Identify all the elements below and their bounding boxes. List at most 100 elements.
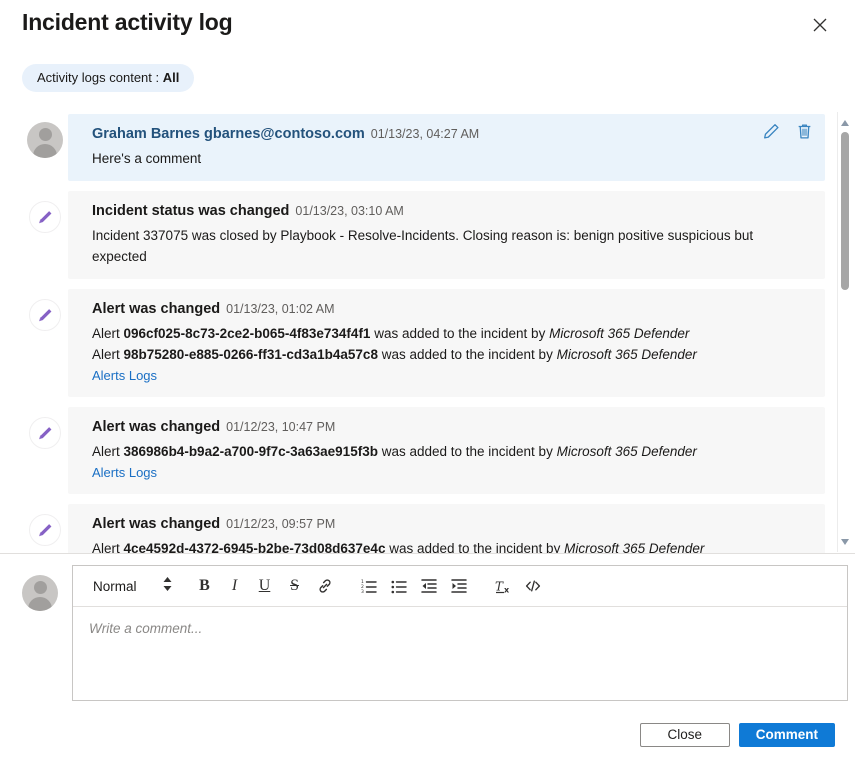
entry-header: Alert was changed01/12/23, 10:47 PM bbox=[92, 417, 811, 437]
entry-timestamp: 01/12/23, 10:47 PM bbox=[226, 420, 335, 434]
italic-button[interactable]: I bbox=[221, 572, 249, 600]
event-detail-text: Alert 096cf025-8c73-2ce2-b065-4f83e734f4… bbox=[92, 323, 811, 365]
system-event-card: Alert was changed01/13/23, 01:02 AMAlert… bbox=[68, 289, 825, 397]
event-line-middle: was added to the incident by bbox=[378, 444, 557, 459]
entry-header: Incident status was changed 01/13/23, 03:… bbox=[92, 201, 811, 221]
numbered-list-button[interactable]: 123 bbox=[355, 572, 383, 600]
alerts-logs-link[interactable]: Alerts Logs bbox=[92, 368, 157, 383]
activity-log-scrollbar[interactable] bbox=[837, 112, 852, 552]
link-button[interactable] bbox=[311, 572, 339, 600]
underline-icon: U bbox=[259, 577, 271, 595]
alerts-logs-link[interactable]: Alerts Logs bbox=[92, 465, 157, 480]
filter-pill-value: All bbox=[163, 70, 180, 85]
activity-log-entry: Alert was changed01/13/23, 01:02 AMAlert… bbox=[22, 289, 825, 397]
event-detail-text: Alert 386986b4-b9a2-a700-9f7c-3a63ae915f… bbox=[92, 441, 811, 462]
svg-text:T: T bbox=[495, 579, 504, 593]
close-icon bbox=[813, 18, 827, 32]
event-pencil-badge bbox=[29, 201, 61, 233]
bold-button[interactable]: B bbox=[191, 572, 219, 600]
comment-input[interactable]: Write a comment... bbox=[73, 607, 847, 700]
pencil-icon bbox=[37, 307, 54, 324]
close-button[interactable] bbox=[807, 12, 833, 38]
comment-actions bbox=[763, 123, 813, 140]
editor-toolbar: Normal B I U S 123 Tx bbox=[73, 566, 847, 607]
comment-author-email: gbarnes@contoso.com bbox=[204, 126, 365, 142]
event-line-middle: was added to the incident by bbox=[378, 347, 557, 362]
edit-comment-button[interactable] bbox=[763, 123, 780, 140]
page-title: Incident activity log bbox=[22, 9, 233, 36]
clear-formatting-icon: Tx bbox=[495, 578, 511, 595]
scrollbar-thumb[interactable] bbox=[841, 132, 849, 290]
bulleted-list-button[interactable] bbox=[385, 572, 413, 600]
scroll-up-arrow-icon[interactable] bbox=[840, 118, 850, 128]
underline-button[interactable]: U bbox=[251, 572, 279, 600]
svg-text:x: x bbox=[504, 585, 510, 594]
comment-author: Graham Barnes bbox=[92, 126, 200, 142]
event-source: Microsoft 365 Defender bbox=[564, 541, 704, 553]
strikethrough-button[interactable]: S bbox=[281, 572, 309, 600]
clear-formatting-button[interactable]: Tx bbox=[489, 572, 517, 600]
close-button-footer[interactable]: Close bbox=[640, 723, 730, 747]
indent-button[interactable] bbox=[445, 572, 473, 600]
filter-pill-activity-logs-content[interactable]: Activity logs content : All bbox=[22, 64, 194, 92]
event-pencil-badge bbox=[29, 299, 61, 331]
pencil-icon bbox=[37, 522, 54, 539]
panel-header: Incident activity log bbox=[0, 0, 855, 52]
section-divider bbox=[0, 553, 855, 554]
entry-icon-column bbox=[22, 191, 68, 233]
delete-comment-button[interactable] bbox=[796, 123, 813, 140]
activity-log-scroll-region[interactable]: Graham Barnesgbarnes@contoso.com 01/13/23… bbox=[0, 106, 855, 553]
entry-icon-column bbox=[22, 114, 68, 158]
event-source: Microsoft 365 Defender bbox=[557, 444, 697, 459]
text-style-value: Normal bbox=[93, 579, 137, 594]
activity-log-entry: Alert was changed01/12/23, 10:47 PM Alert… bbox=[22, 407, 825, 494]
strikethrough-icon: S bbox=[290, 577, 299, 595]
chevron-updown-icon bbox=[163, 577, 172, 596]
bold-icon: B bbox=[199, 577, 210, 595]
italic-icon: I bbox=[232, 577, 237, 595]
event-line-prefix: Incident 337075 was closed by Playbook -… bbox=[92, 228, 753, 264]
entry-body: Incident status was changed 01/13/23, 03:… bbox=[68, 191, 825, 279]
edit-icon bbox=[763, 123, 780, 140]
entry-header: Graham Barnesgbarnes@contoso.com01/13/23… bbox=[92, 124, 811, 144]
event-line-prefix: Alert bbox=[92, 347, 124, 362]
outdent-button[interactable] bbox=[415, 572, 443, 600]
event-detail-text: Alert 4ce4592d-4372-6945-b2be-73d08d637e… bbox=[92, 538, 811, 553]
code-button[interactable] bbox=[519, 572, 547, 600]
dialog-footer: Close Comment bbox=[640, 723, 835, 747]
comment-card: Graham Barnesgbarnes@contoso.com01/13/23… bbox=[68, 114, 825, 181]
alert-id: 096cf025-8c73-2ce2-b065-4f83e734f4f1 bbox=[124, 326, 371, 341]
user-avatar bbox=[27, 122, 63, 158]
bulleted-list-icon bbox=[391, 578, 407, 594]
activity-log-entry: Incident status was changed 01/13/23, 03:… bbox=[22, 191, 825, 279]
event-pencil-badge bbox=[29, 514, 61, 546]
entry-timestamp: 01/12/23, 09:57 PM bbox=[226, 517, 335, 531]
system-event-card: Alert was changed01/12/23, 10:47 PM Alert… bbox=[68, 407, 825, 494]
entry-icon-column bbox=[22, 407, 68, 449]
scroll-down-arrow-icon[interactable] bbox=[840, 537, 850, 547]
alert-id: 4ce4592d-4372-6945-b2be-73d08d637e4c bbox=[124, 541, 386, 553]
entry-title: Alert was changed bbox=[92, 516, 220, 532]
text-style-select[interactable]: Normal bbox=[83, 577, 178, 596]
entry-timestamp: 01/13/23, 01:02 AM bbox=[226, 302, 334, 316]
outdent-icon bbox=[421, 578, 437, 594]
link-icon bbox=[317, 578, 333, 594]
comment-text: Here's a comment bbox=[92, 148, 811, 169]
indent-icon bbox=[451, 578, 467, 594]
alert-id: 98b75280-e885-0266-ff31-cd3a1b4a57c8 bbox=[124, 347, 378, 362]
numbered-list-icon: 123 bbox=[361, 578, 377, 594]
entry-icon-column bbox=[22, 504, 68, 546]
system-event-card: Incident status was changed 01/13/23, 03:… bbox=[68, 191, 825, 279]
event-line-prefix: Alert bbox=[92, 444, 124, 459]
event-source: Microsoft 365 Defender bbox=[557, 347, 697, 362]
event-line-middle: was added to the incident by bbox=[385, 541, 564, 553]
activity-log-entry: Alert was changed 01/12/23, 09:57 PM Alert… bbox=[22, 504, 825, 553]
comment-submit-button[interactable]: Comment bbox=[739, 723, 835, 747]
event-source: Microsoft 365 Defender bbox=[549, 326, 689, 341]
code-icon bbox=[525, 578, 541, 594]
system-event-card: Alert was changed 01/12/23, 09:57 PM Alert… bbox=[68, 504, 825, 553]
entry-timestamp: 01/13/23, 03:10 AM bbox=[295, 204, 403, 218]
comment-editor[interactable]: Normal B I U S 123 Tx Write a comment... bbox=[72, 565, 848, 701]
entry-title: Incident status was changed bbox=[92, 203, 289, 219]
comment-composer: Normal B I U S 123 Tx Write a comment... bbox=[0, 565, 855, 701]
